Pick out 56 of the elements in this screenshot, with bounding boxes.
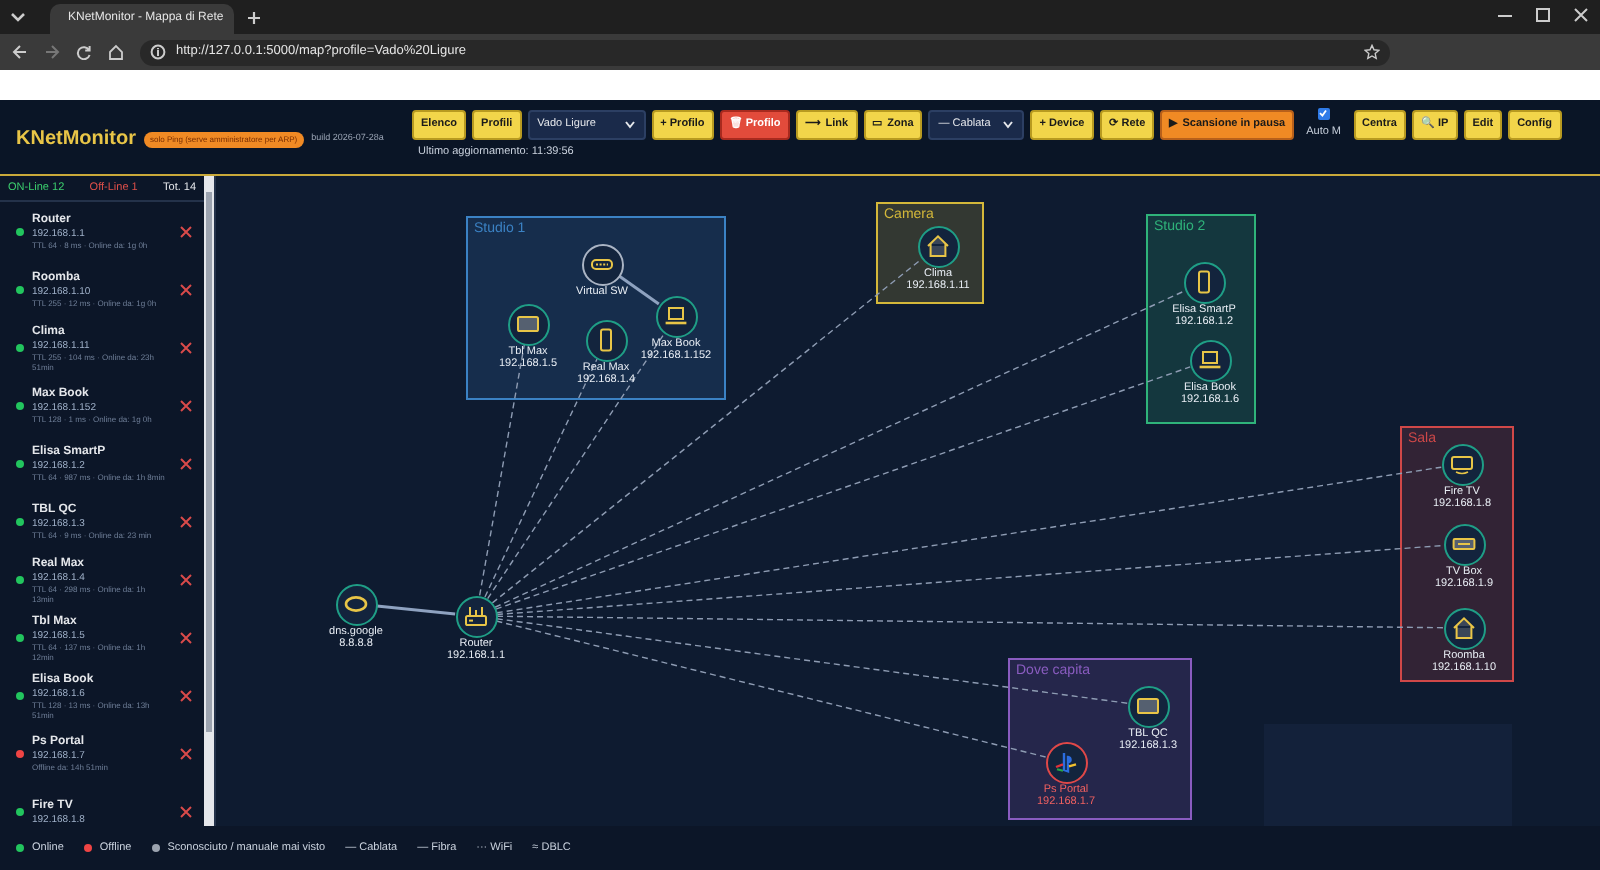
device-node[interactable] [581,243,623,285]
chevron-down-icon[interactable] [10,12,26,24]
phone-icon [594,328,618,352]
device-node[interactable] [1441,443,1483,485]
star-icon [1364,44,1380,60]
reload-icon [76,44,92,60]
phone-icon [1192,270,1216,294]
remove-icon[interactable] [180,457,193,469]
cable-link-line [376,604,456,616]
tablet-icon [516,312,540,336]
info-icon [150,44,166,60]
device-node[interactable] [1127,685,1169,727]
scrollbar[interactable] [204,176,214,826]
ring-icon [344,592,368,616]
device-node[interactable] [1443,523,1485,565]
house-icon [1452,616,1476,640]
remove-icon[interactable] [180,399,193,411]
colored-logo-icon [1054,750,1078,774]
device-node[interactable] [917,225,959,267]
forward-arrow-icon [44,44,60,60]
maximize-icon [1536,8,1550,22]
device-node[interactable] [1443,607,1485,649]
router-icon [464,604,488,628]
caret-icon [623,119,636,129]
device-node[interactable] [1183,261,1225,303]
device-node[interactable] [335,583,377,625]
remove-icon[interactable] [180,283,193,295]
media-box-icon [1452,532,1476,556]
device-node[interactable] [1189,339,1231,381]
remove-icon[interactable] [180,631,193,643]
remove-icon[interactable] [180,689,193,701]
remove-icon[interactable] [180,341,193,353]
plus-icon[interactable] [246,10,262,26]
check-icon [1318,108,1329,119]
remove-icon[interactable] [180,573,193,585]
laptop-icon [1198,348,1222,372]
tv-logo-icon [1450,452,1474,476]
home-icon [108,44,124,60]
caret-icon [1002,119,1015,129]
back-arrow-icon [12,44,28,60]
remove-icon[interactable] [180,225,193,237]
tablet-icon [1136,694,1160,718]
device-node[interactable] [1045,741,1087,783]
checkbox[interactable] [1317,107,1330,120]
remove-icon[interactable] [180,747,193,759]
app-title: KNetMonitor [16,126,136,154]
device-node[interactable] [455,595,497,637]
remove-icon[interactable] [180,805,193,817]
laptop-icon [664,304,688,328]
close-icon [1574,8,1588,22]
remove-icon[interactable] [180,515,193,527]
scrollbar-thumb[interactable] [206,192,212,732]
house-icon [926,234,950,258]
device-node[interactable] [655,295,697,337]
device-node[interactable] [507,303,549,345]
device-node[interactable] [585,319,627,361]
